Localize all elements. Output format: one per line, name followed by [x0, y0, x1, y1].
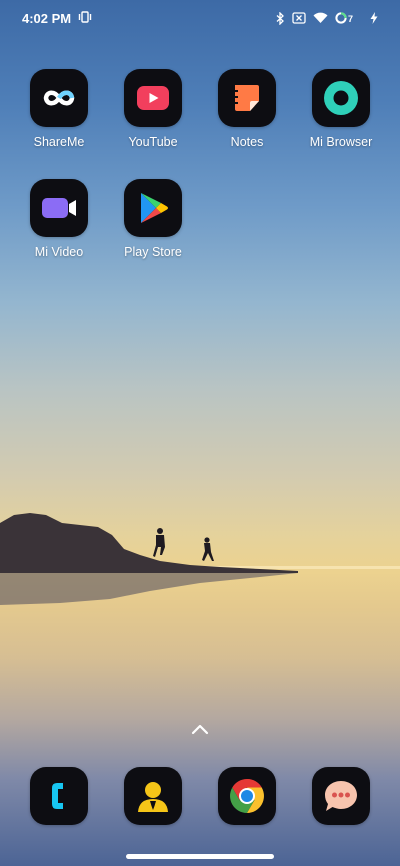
dock-app-contacts[interactable]: [105, 767, 201, 825]
battery-level: 7: [347, 14, 353, 24]
contacts-icon[interactable]: [124, 767, 182, 825]
wifi-icon: [313, 12, 328, 24]
dock-app-phone[interactable]: [11, 767, 107, 825]
close-box-icon: [292, 12, 306, 24]
app-label: YouTube: [128, 135, 178, 149]
app-label: Play Store: [124, 245, 182, 259]
play-store-icon[interactable]: [124, 179, 182, 237]
messages-icon[interactable]: [312, 767, 370, 825]
chrome-icon[interactable]: [218, 767, 276, 825]
mi-browser-icon[interactable]: [312, 69, 370, 127]
phone-icon[interactable]: [30, 767, 88, 825]
home-indicator[interactable]: [126, 854, 274, 859]
mi-video-icon[interactable]: [30, 179, 88, 237]
status-bar: 4:02 PM 7: [0, 0, 400, 36]
notes-icon[interactable]: [218, 69, 276, 127]
app-label: Notes: [230, 135, 264, 149]
app-label: Mi Browser: [309, 135, 373, 149]
youtube-icon[interactable]: [124, 69, 182, 127]
charging-icon: [370, 12, 378, 24]
bluetooth-icon: [276, 11, 285, 25]
vibrate-icon: [78, 10, 92, 26]
app-label: ShareMe: [33, 135, 85, 149]
app-mi-browser[interactable]: Mi Browser: [293, 69, 389, 149]
app-label: Mi Video: [34, 245, 84, 259]
app-mi-video[interactable]: Mi Video: [11, 179, 107, 259]
battery-icon: [335, 12, 347, 24]
app-youtube[interactable]: YouTube: [105, 69, 201, 149]
app-notes[interactable]: Notes: [199, 69, 295, 149]
app-drawer-chevron-up-icon[interactable]: [190, 722, 210, 736]
app-shareme[interactable]: ShareMe: [11, 69, 107, 149]
app-play-store[interactable]: Play Store: [105, 179, 201, 259]
dock-app-chrome[interactable]: [199, 767, 295, 825]
status-time: 4:02 PM: [22, 10, 72, 26]
shareme-icon[interactable]: [30, 69, 88, 127]
dock-app-messages[interactable]: [293, 767, 389, 825]
wallpaper-island-silhouette: [0, 513, 298, 605]
